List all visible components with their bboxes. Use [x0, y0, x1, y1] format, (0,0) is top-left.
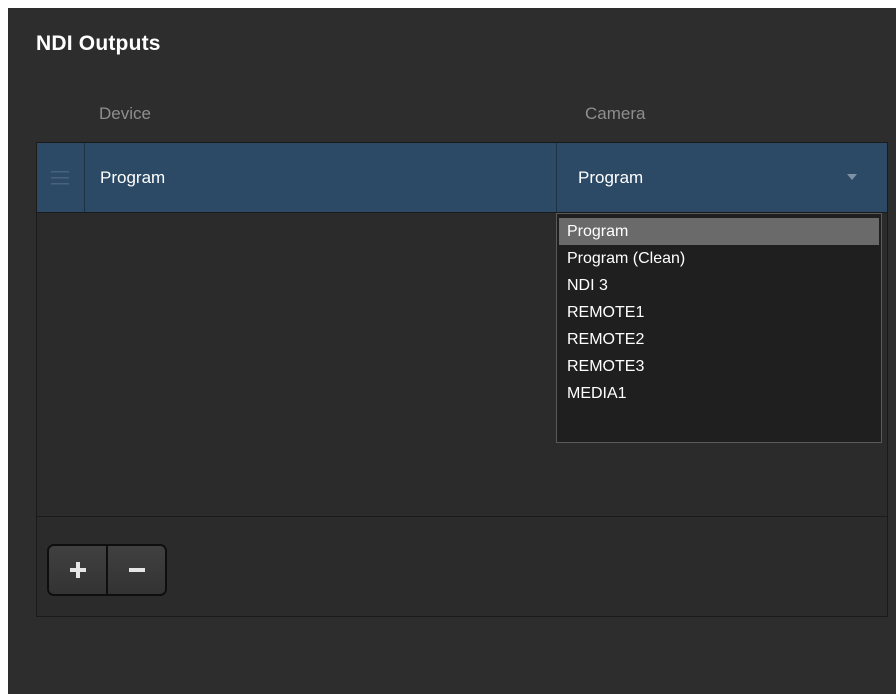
panel-title: NDI Outputs [36, 32, 161, 55]
remove-button[interactable] [106, 546, 165, 594]
column-header-camera: Camera [585, 104, 646, 123]
dropdown-option-ndi3[interactable]: NDI 3 [559, 272, 879, 299]
dropdown-option-program-clean[interactable]: Program (Clean) [559, 245, 879, 272]
table-row[interactable]: Program Program [37, 143, 887, 213]
add-button[interactable] [49, 546, 106, 594]
chevron-down-icon [847, 174, 857, 180]
device-cell: Program [100, 168, 166, 187]
camera-select[interactable]: Program [556, 143, 887, 212]
dropdown-option-program[interactable]: Program [559, 218, 879, 245]
drag-handle-icon [51, 171, 69, 185]
minus-icon [128, 568, 145, 572]
camera-select-value: Program [578, 168, 644, 187]
plus-icon [69, 562, 86, 578]
add-remove-button-group [47, 544, 167, 596]
column-header-device: Device [99, 104, 151, 123]
footer-divider [37, 516, 887, 517]
drag-handle[interactable] [37, 143, 85, 212]
camera-dropdown-menu: Program Program (Clean) NDI 3 REMOTE1 RE… [556, 213, 882, 443]
dropdown-option-remote2[interactable]: REMOTE2 [559, 326, 879, 353]
dropdown-option-remote1[interactable]: REMOTE1 [559, 299, 879, 326]
dropdown-option-remote3[interactable]: REMOTE3 [559, 353, 879, 380]
dropdown-option-media1[interactable]: MEDIA1 [559, 380, 879, 407]
